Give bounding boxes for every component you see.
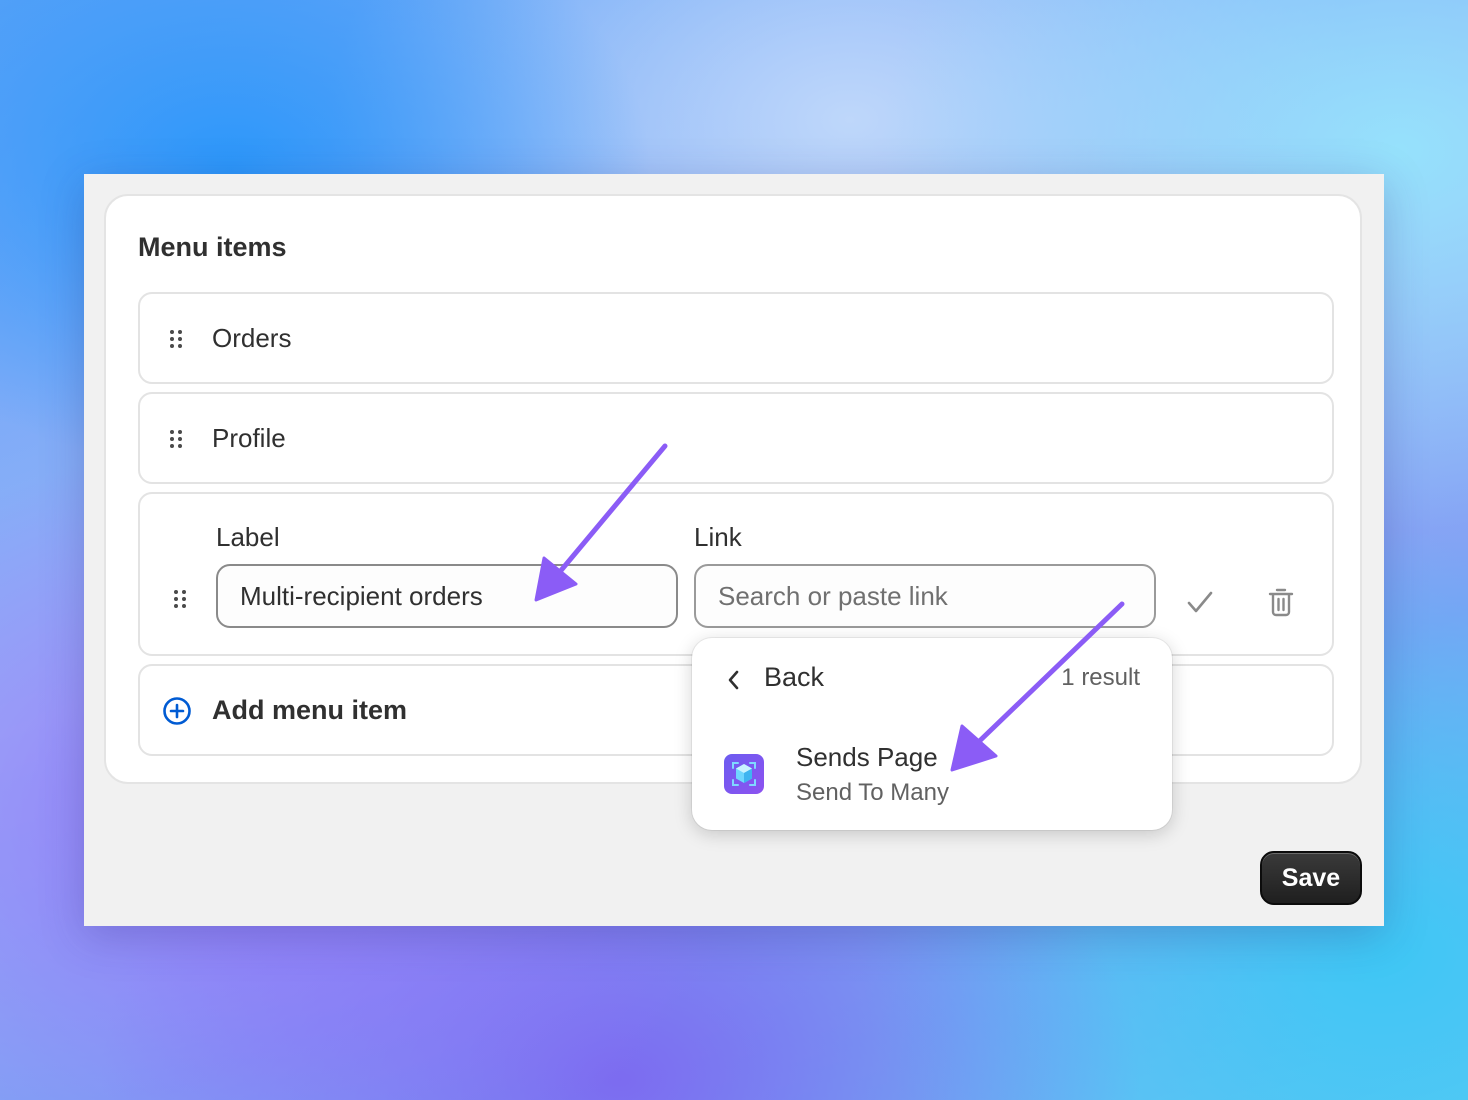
link-field-label: Link bbox=[694, 522, 742, 552]
drag-handle-icon[interactable] bbox=[170, 330, 182, 348]
save-button[interactable]: Save bbox=[1260, 851, 1362, 905]
menu-item-orders[interactable]: Orders bbox=[138, 292, 1334, 384]
cube-app-icon bbox=[724, 754, 764, 794]
checkmark-icon[interactable] bbox=[1186, 588, 1214, 616]
link-search-input[interactable]: Search or paste link bbox=[694, 564, 1156, 628]
menu-item-label: Orders bbox=[212, 323, 292, 353]
result-subtitle: Send To Many bbox=[796, 779, 949, 806]
plus-circle-icon bbox=[163, 697, 191, 725]
card-title: Menu items bbox=[138, 232, 287, 262]
add-menu-item-label: Add menu item bbox=[212, 695, 408, 725]
chevron-left-icon[interactable] bbox=[726, 668, 742, 692]
link-search-popover: Back 1 result Sends Page Send To Many bbox=[692, 638, 1172, 830]
menu-item-profile[interactable]: Profile bbox=[138, 392, 1334, 484]
trash-icon[interactable] bbox=[1268, 586, 1294, 618]
result-count: 1 result bbox=[1061, 664, 1140, 691]
drag-handle-icon[interactable] bbox=[170, 430, 182, 448]
back-button[interactable]: Back bbox=[764, 662, 824, 693]
drag-handle-icon[interactable] bbox=[174, 590, 186, 608]
menu-item-edit-row: Label Multi-recipient orders Link Search… bbox=[138, 492, 1334, 656]
menu-item-label: Profile bbox=[212, 423, 286, 453]
settings-window: Menu items Orders Profile Label Multi-re… bbox=[84, 174, 1384, 926]
label-field-label: Label bbox=[216, 522, 280, 552]
result-title[interactable]: Sends Page bbox=[796, 742, 938, 773]
label-input[interactable]: Multi-recipient orders bbox=[216, 564, 678, 628]
